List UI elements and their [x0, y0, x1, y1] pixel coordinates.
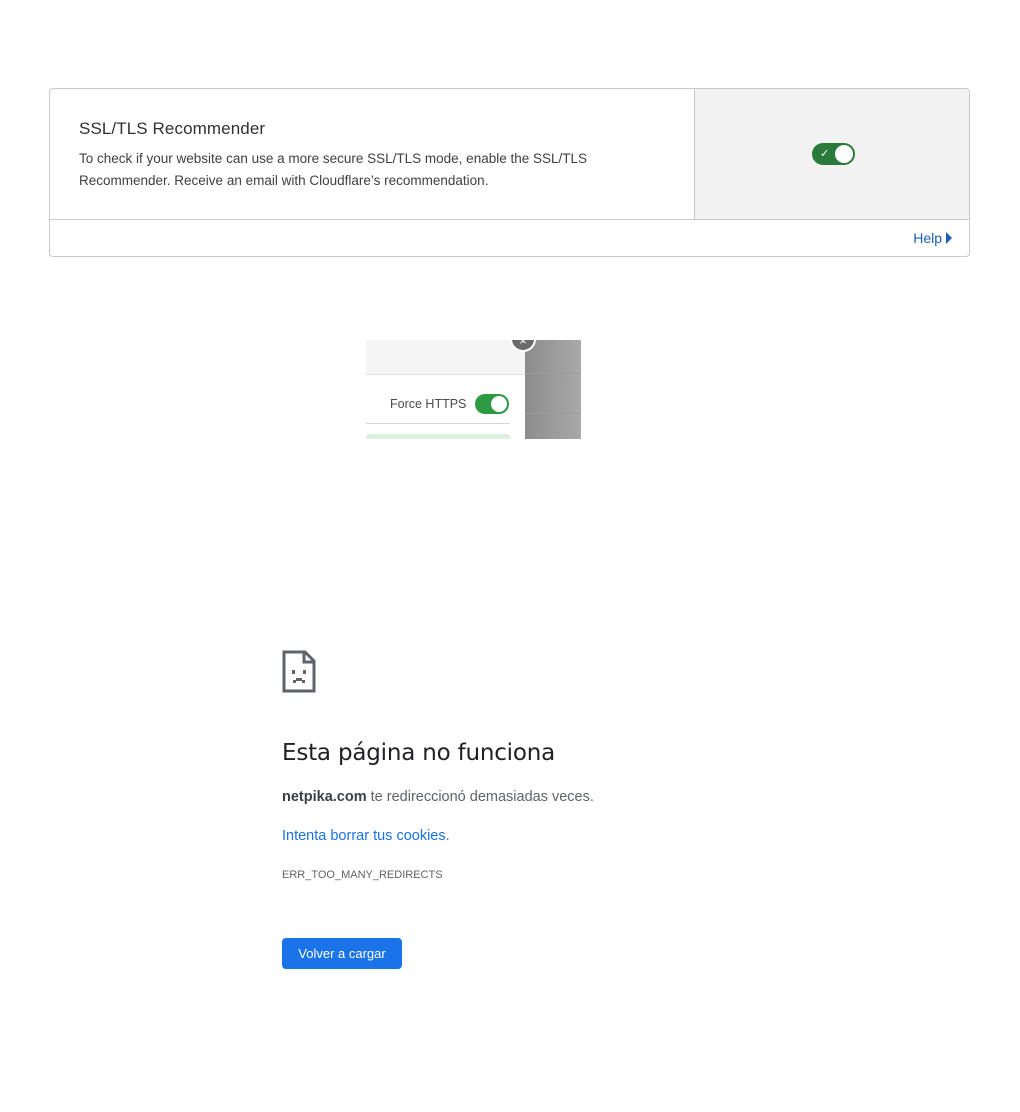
caret-right-icon	[946, 232, 952, 244]
check-icon: ✓	[820, 148, 830, 160]
error-title: Esta página no funciona	[282, 740, 555, 766]
ssl-recommender-toggle[interactable]: ✓	[812, 143, 855, 165]
help-label: Help	[913, 230, 942, 246]
error-code: ERR_TOO_MANY_REDIRECTS	[282, 869, 443, 881]
card-title: SSL/TLS Recommender	[79, 119, 266, 138]
clear-cookies-link[interactable]: Intenta borrar tus cookies.	[282, 828, 450, 844]
success-banner-edge	[366, 434, 510, 439]
fragment-overlay	[525, 340, 581, 439]
card-content: SSL/TLS Recommender To check if your web…	[50, 89, 694, 219]
error-domain: netpika.com	[282, 789, 367, 805]
reload-button[interactable]: Volver a cargar	[282, 938, 402, 969]
card-description: To check if your website can use a more …	[79, 151, 588, 188]
error-message-text: te redireccionó demasiadas veces.	[366, 789, 594, 805]
fragment-header	[366, 340, 526, 375]
toggle-knob	[835, 145, 853, 163]
sad-document-icon	[282, 650, 316, 693]
card-control-panel: ✓	[694, 89, 969, 219]
force-https-fragment: × Force HTTPS	[366, 340, 581, 439]
error-message: netpika.com te redireccionó demasiadas v…	[282, 789, 594, 805]
ssl-tls-recommender-card: SSL/TLS Recommender To check if your web…	[49, 88, 970, 257]
toggle-knob	[491, 396, 507, 412]
card-footer: Help	[50, 219, 969, 256]
force-https-toggle[interactable]	[475, 394, 509, 414]
force-https-label: Force HTTPS	[390, 397, 467, 411]
help-link[interactable]: Help	[913, 230, 952, 246]
divider	[366, 423, 510, 424]
